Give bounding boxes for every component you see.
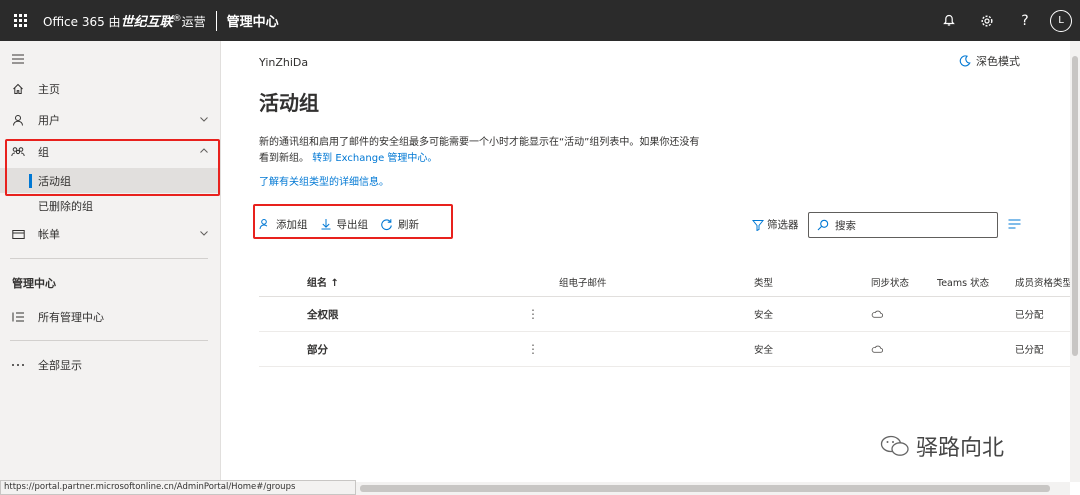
chevron-down-icon — [200, 231, 208, 236]
brand-prefix: Office 365 由 — [43, 15, 121, 29]
exchange-admin-link[interactable]: 转到 Exchange 管理中心。 — [312, 153, 437, 164]
horizontal-scroll-thumb[interactable] — [360, 485, 1050, 492]
dark-mode-toggle[interactable]: 深色模式 — [959, 53, 1020, 69]
help-icon: ? — [1021, 12, 1029, 29]
brand-mark: ® — [172, 14, 182, 24]
nav-label-billing: 帐单 — [38, 228, 60, 241]
avatar[interactable]: L — [1050, 9, 1072, 32]
nav-heading-admin-centers: 管理中心 — [12, 277, 56, 290]
settings-button[interactable] — [968, 0, 1006, 41]
cloud-icon — [871, 345, 883, 353]
column-header-membership[interactable]: 成员资格类型 — [1015, 267, 1070, 296]
wechat-icon — [880, 435, 909, 456]
groups-table: 组名 ↑ 组电子邮件 类型 同步状态 Teams 状态 成员资格类型 全权限 ⋮… — [259, 267, 1070, 367]
home-icon — [10, 83, 26, 95]
column-header-sync[interactable]: 同步状态 — [871, 267, 931, 296]
hamburger-icon — [10, 54, 26, 64]
collapse-nav-button[interactable] — [0, 47, 221, 71]
more-icon — [10, 363, 26, 367]
nav-item-billing[interactable]: 帐单 — [0, 222, 221, 246]
highlight-box-groups — [5, 139, 220, 196]
vertical-scroll-thumb[interactable] — [1072, 56, 1078, 356]
help-button[interactable]: ? — [1006, 0, 1044, 41]
filter-button[interactable]: 筛选器 — [752, 217, 799, 232]
view-options-button[interactable] — [1008, 219, 1021, 232]
column-header-type[interactable]: 类型 — [754, 267, 834, 296]
nav-label-show-all: 全部显示 — [38, 359, 82, 372]
column-header-name[interactable]: 组名 ↑ — [307, 267, 507, 296]
membership-type-cell: 已分配 — [1015, 310, 1044, 321]
brand-logo[interactable]: Office 365 由世纪互联®运营 — [43, 11, 206, 30]
description-line1: 新的通讯组和启用了邮件的安全组最多可能需要一个小时才能显示在“活动”组列表中。如… — [259, 137, 700, 148]
dark-mode-label: 深色模式 — [976, 55, 1020, 68]
page-description: 新的通讯组和启用了邮件的安全组最多可能需要一个小时才能显示在“活动”组列表中。如… — [259, 135, 759, 167]
column-header-email[interactable]: 组电子邮件 — [559, 267, 709, 296]
chevron-down-icon — [200, 117, 208, 122]
membership-type-cell: 已分配 — [1015, 345, 1044, 356]
column-header-teams[interactable]: Teams 状态 — [937, 267, 1007, 296]
nav-label-users: 用户 — [38, 114, 60, 127]
watermark-text: 驿路向北 — [916, 436, 1005, 461]
top-bar: Office 365 由世纪互联®运营 管理中心 ? L — [0, 0, 1080, 41]
description-line2: 看到新组。 — [259, 153, 309, 164]
admin-center-title[interactable]: 管理中心 — [227, 11, 279, 30]
billing-icon — [10, 229, 26, 240]
watermark: 驿路向北 — [880, 430, 1004, 462]
notifications-button[interactable] — [930, 0, 968, 41]
nav-item-deleted-groups[interactable]: 已删除的组 — [0, 194, 221, 218]
nav-label-home: 主页 — [38, 83, 60, 96]
main-content: YinZhiDa 深色模式 活动组 新的通讯组和启用了邮件的安全组最多可能需要一… — [222, 41, 1070, 482]
page-title: 活动组 — [259, 91, 319, 115]
nav-divider — [10, 340, 208, 341]
nav-label-deleted-groups: 已删除的组 — [38, 200, 93, 213]
highlight-box-commands — [253, 204, 453, 239]
filter-icon — [752, 219, 764, 231]
nav-divider — [10, 258, 208, 259]
search-placeholder: 搜索 — [835, 219, 856, 232]
sync-status-cell — [871, 332, 931, 366]
moon-icon — [959, 55, 971, 67]
nav-item-show-all[interactable]: 全部显示 — [0, 353, 221, 377]
cloud-icon — [871, 310, 883, 318]
sync-status-cell — [871, 297, 931, 331]
left-nav: 主页 用户 组 活动组 已删除的组 帐单 管理中心 所有管理中心 全部显示 — [0, 41, 221, 482]
more-actions-button[interactable]: ⋮ — [527, 297, 537, 331]
table-header-row: 组名 ↑ 组电子邮件 类型 同步状态 Teams 状态 成员资格类型 — [259, 267, 1070, 297]
status-url-bar: https://portal.partner.microsoftonline.c… — [0, 480, 356, 495]
table-row[interactable]: 全权限 ⋮ 安全 已分配 — [259, 297, 1070, 332]
brand-suffix: 运营 — [181, 15, 206, 29]
waffle-icon — [13, 14, 27, 27]
more-actions-button[interactable]: ⋮ — [527, 332, 537, 366]
group-name-cell[interactable]: 全权限 — [307, 297, 507, 331]
nav-item-all-admin-centers[interactable]: 所有管理中心 — [0, 305, 221, 329]
horizontal-scrollbar[interactable] — [356, 482, 1070, 495]
learn-more-link[interactable]: 了解有关组类型的详细信息。 — [259, 173, 389, 188]
nav-item-users[interactable]: 用户 — [0, 108, 221, 132]
search-icon — [817, 219, 829, 231]
view-list-icon — [1008, 219, 1021, 229]
topbar-divider — [215, 10, 217, 31]
brand-name: 世纪互联 — [120, 15, 173, 30]
nav-item-home[interactable]: 主页 — [0, 77, 221, 101]
group-type-cell: 安全 — [754, 345, 774, 356]
app-launcher-button[interactable] — [0, 0, 40, 41]
user-icon — [10, 114, 26, 126]
table-row[interactable]: 部分 ⋮ 安全 已分配 — [259, 332, 1070, 367]
group-name-cell[interactable]: 部分 — [307, 332, 507, 366]
vertical-scrollbar[interactable] — [1070, 41, 1080, 482]
filter-label: 筛选器 — [767, 219, 799, 231]
bell-icon — [943, 14, 955, 26]
gear-icon — [981, 14, 993, 27]
group-type-cell: 安全 — [754, 310, 774, 321]
nav-label-all-admin-centers: 所有管理中心 — [38, 311, 104, 324]
list-icon — [10, 311, 26, 323]
tenant-name: YinZhiDa — [259, 56, 309, 69]
search-input[interactable]: 搜索 — [808, 212, 998, 238]
